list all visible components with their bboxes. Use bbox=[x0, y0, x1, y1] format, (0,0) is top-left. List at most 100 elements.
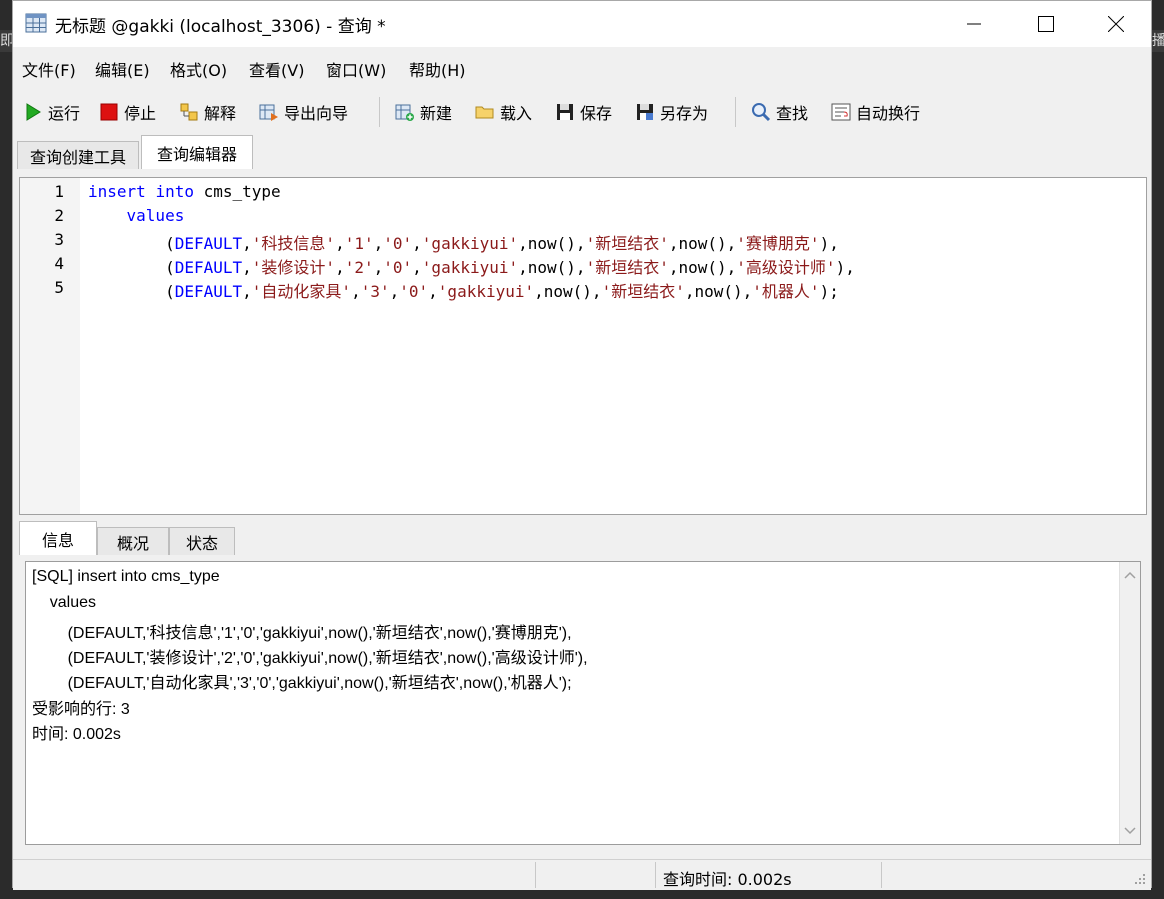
string-literal: '1' bbox=[344, 234, 374, 253]
string-literal: 'gakkiyui' bbox=[421, 234, 519, 253]
menu-edit[interactable]: 编辑(E) bbox=[95, 57, 150, 81]
export-icon bbox=[259, 104, 278, 121]
minimize-icon bbox=[967, 23, 981, 25]
string-literal: '新垣结衣' bbox=[601, 282, 685, 301]
punctuation: , bbox=[373, 234, 384, 253]
new-query-icon bbox=[395, 104, 414, 121]
save-button[interactable]: 保存 bbox=[555, 99, 612, 125]
background-text-right: 播 bbox=[1152, 33, 1164, 49]
string-literal: '装修设计' bbox=[251, 258, 336, 277]
export-wizard-label: 导出向导 bbox=[284, 104, 349, 123]
punctuation: , bbox=[242, 282, 252, 301]
function-call: ,now(), bbox=[534, 282, 602, 301]
punctuation: ( bbox=[165, 258, 175, 277]
line-number-gutter: 1 2 3 4 5 bbox=[20, 178, 80, 514]
stop-button[interactable]: 停止 bbox=[99, 99, 156, 125]
string-literal: '高级设计师' bbox=[736, 258, 836, 277]
code-line: values bbox=[88, 206, 185, 225]
word-wrap-button[interactable]: 自动换行 bbox=[831, 99, 920, 125]
vertical-scrollbar[interactable] bbox=[1119, 562, 1140, 844]
resize-grip-icon[interactable] bbox=[1133, 872, 1147, 886]
floppy-disk-icon bbox=[557, 104, 573, 120]
punctuation: , bbox=[373, 258, 384, 277]
window-title: 无标题 @gakki (localhost_3306) - 查询 * bbox=[55, 17, 386, 37]
export-wizard-button[interactable]: 导出向导 bbox=[259, 99, 348, 125]
load-button[interactable]: 载入 bbox=[475, 99, 532, 125]
table-grid-icon bbox=[25, 13, 47, 33]
tab-profile[interactable]: 概况 bbox=[97, 527, 169, 555]
string-literal: '新垣结衣' bbox=[585, 258, 669, 277]
maximize-icon bbox=[1038, 16, 1054, 32]
find-label: 查找 bbox=[776, 104, 809, 123]
punctuation: , bbox=[242, 258, 252, 277]
menu-format[interactable]: 格式(O) bbox=[170, 57, 227, 81]
play-icon bbox=[26, 103, 41, 121]
word-wrap-label: 自动换行 bbox=[856, 104, 921, 123]
magnifier-icon bbox=[752, 103, 771, 122]
output-line: (DEFAULT,'自动化家具','3','0','gakkiyui',now(… bbox=[32, 675, 572, 692]
function-call: ,now(), bbox=[684, 282, 753, 301]
tab-query-editor[interactable]: 查询编辑器 bbox=[141, 135, 253, 169]
menu-window[interactable]: 窗口(W) bbox=[326, 57, 386, 81]
function-call: ,now(), bbox=[518, 258, 586, 277]
punctuation: ), bbox=[819, 234, 839, 253]
scroll-down-icon[interactable] bbox=[1120, 820, 1140, 840]
string-literal: '机器人' bbox=[752, 282, 820, 301]
run-label: 运行 bbox=[48, 104, 81, 123]
function-call: ,now(), bbox=[518, 234, 586, 253]
explain-label: 解释 bbox=[204, 104, 237, 123]
save-as-icon bbox=[637, 104, 653, 120]
punctuation: ), bbox=[835, 258, 855, 277]
run-button[interactable]: 运行 bbox=[23, 99, 80, 125]
sql-editor[interactable]: 1 2 3 4 5 insert into cms_type values (D… bbox=[19, 177, 1147, 515]
punctuation: , bbox=[412, 258, 422, 277]
punctuation: , bbox=[351, 282, 361, 301]
maximize-button[interactable] bbox=[1011, 1, 1081, 47]
function-call: ,now(), bbox=[668, 258, 737, 277]
string-literal: '3' bbox=[360, 282, 390, 301]
save-as-button[interactable]: 另存为 bbox=[635, 99, 708, 125]
output-line: values bbox=[32, 594, 97, 611]
title-bar[interactable]: 无标题 @gakki (localhost_3306) - 查询 * bbox=[13, 1, 1151, 47]
status-bar: 查询时间: 0.002s bbox=[13, 859, 1151, 890]
string-literal: 'gakkiyui' bbox=[421, 258, 519, 277]
toolbar-separator bbox=[735, 97, 736, 127]
punctuation: , bbox=[412, 234, 422, 253]
folder-open-icon bbox=[475, 106, 494, 119]
menu-help[interactable]: 帮助(H) bbox=[409, 57, 466, 81]
line-number: 3 bbox=[54, 230, 64, 249]
menu-file[interactable]: 文件(F) bbox=[22, 57, 76, 81]
tab-query-builder[interactable]: 查询创建工具 bbox=[17, 141, 139, 169]
minimize-button[interactable] bbox=[939, 1, 1009, 47]
explain-button[interactable]: 解释 bbox=[179, 99, 236, 125]
keyword: insert bbox=[88, 182, 146, 201]
new-button[interactable]: 新建 bbox=[395, 99, 452, 125]
string-literal: '0' bbox=[399, 282, 429, 301]
menu-view[interactable]: 查看(V) bbox=[249, 57, 304, 81]
punctuation: , bbox=[389, 282, 400, 301]
close-button[interactable] bbox=[1081, 1, 1151, 47]
tab-info[interactable]: 信息 bbox=[19, 521, 97, 555]
string-literal: 'gakkiyui' bbox=[437, 282, 535, 301]
toolbar-separator bbox=[379, 97, 380, 127]
string-literal: '2' bbox=[344, 258, 374, 277]
message-output[interactable]: [SQL] insert into cms_type values (DEFAU… bbox=[25, 561, 1141, 845]
scroll-up-icon[interactable] bbox=[1120, 566, 1140, 586]
punctuation: , bbox=[335, 258, 345, 277]
code-line: (DEFAULT,'自动化家具','3','0','gakkiyui',now(… bbox=[88, 278, 839, 302]
tab-status[interactable]: 状态 bbox=[169, 527, 235, 555]
stop-label: 停止 bbox=[124, 104, 157, 123]
output-line: [SQL] insert into cms_type bbox=[32, 568, 220, 585]
find-button[interactable]: 查找 bbox=[751, 99, 808, 125]
string-literal: '赛博朋克' bbox=[736, 234, 820, 253]
status-divider bbox=[881, 862, 882, 888]
string-literal: '科技信息' bbox=[251, 234, 336, 253]
code-line: (DEFAULT,'装修设计','2','0','gakkiyui',now()… bbox=[88, 254, 855, 278]
output-line: (DEFAULT,'装修设计','2','0','gakkiyui',now()… bbox=[32, 650, 588, 667]
new-label: 新建 bbox=[420, 104, 453, 123]
keyword: values bbox=[126, 206, 185, 225]
code-line: insert into cms_type bbox=[88, 182, 281, 201]
save-label: 保存 bbox=[580, 104, 613, 123]
line-number: 5 bbox=[54, 278, 64, 297]
